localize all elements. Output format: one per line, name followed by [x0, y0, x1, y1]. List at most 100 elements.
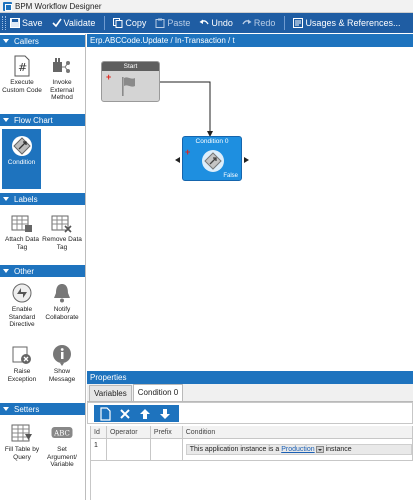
app-icon [3, 1, 12, 11]
category-header-flow-chart[interactable]: Flow Chart [0, 114, 85, 126]
cell-operator[interactable] [107, 439, 151, 460]
chevron-down-icon [3, 118, 9, 122]
bell-icon [51, 282, 73, 304]
redo-label: Redo [253, 18, 276, 28]
fill-table-icon [11, 422, 33, 444]
new-document-icon [100, 406, 111, 421]
column-header-prefix[interactable]: Prefix [151, 426, 183, 438]
toolbox-panel: Callers # Execute Custom Code Invoke Ext… [0, 34, 86, 500]
category-body-flow-chart: Condition [0, 126, 85, 192]
table-row[interactable]: 1 This application instance is a Product… [91, 439, 413, 461]
category-header-labels[interactable]: Labels [0, 193, 85, 205]
move-up-button[interactable] [138, 407, 152, 421]
condition-icon [202, 150, 224, 172]
workflow-canvas[interactable]: Start + Condition 0 + False [87, 47, 413, 370]
tool-attach-data-tag[interactable]: Attach Data Tag [2, 212, 42, 251]
usages-references-button[interactable]: Usages & References... [293, 14, 400, 32]
delete-row-button[interactable] [118, 407, 132, 421]
copy-icon [113, 18, 123, 28]
tool-condition[interactable]: Condition [2, 129, 41, 189]
tab-condition-0[interactable]: Condition 0 [132, 384, 184, 401]
false-branch-label: False [223, 173, 238, 179]
external-method-icon [51, 55, 73, 77]
right-handle-icon[interactable] [244, 157, 249, 163]
condition-icon [11, 135, 33, 157]
tab-variables[interactable]: Variables [89, 385, 132, 401]
toolbar-separator [284, 16, 286, 30]
add-connection-icon[interactable]: + [106, 73, 111, 82]
validate-button[interactable]: Validate [51, 14, 96, 32]
chevron-down-icon[interactable] [315, 445, 324, 453]
column-header-id[interactable]: Id [91, 426, 107, 438]
flag-icon [122, 77, 135, 96]
category-body-callers: # Execute Custom Code Invoke External Me… [0, 47, 85, 113]
condition-node-label: Condition 0 [195, 138, 229, 145]
tool-set-argument-variable[interactable]: ABC Set Argument/ Variable [42, 422, 82, 469]
category-label: Flow Chart [14, 115, 53, 125]
main-toolbar: Save Validate Copy Paste Undo Redo Usage… [0, 13, 413, 33]
chevron-down-icon [3, 407, 9, 411]
add-connection-icon[interactable]: + [185, 148, 190, 157]
properties-header: Properties [87, 371, 413, 384]
properties-toolbar [87, 402, 413, 424]
copy-label: Copy [125, 18, 147, 28]
undo-label: Undo [211, 18, 233, 28]
tool-notify-collaborate[interactable]: Notify Collaborate [42, 282, 82, 321]
tool-invoke-external-method[interactable]: Invoke External Method [42, 55, 82, 102]
save-label: Save [22, 18, 43, 28]
tool-label: Remove Data Tag [42, 236, 82, 251]
redo-button[interactable]: Redo [242, 14, 276, 32]
save-button[interactable]: Save [10, 14, 43, 32]
undo-icon [199, 18, 210, 28]
condition-link-production[interactable]: Production [281, 446, 314, 453]
paste-button[interactable]: Paste [155, 14, 190, 32]
usages-icon [293, 18, 304, 28]
cell-prefix[interactable] [151, 439, 183, 460]
category-header-callers[interactable]: Callers [0, 35, 85, 47]
tool-execute-custom-code[interactable]: # Execute Custom Code [2, 55, 42, 94]
arrow-down-icon [160, 408, 170, 419]
condition-expression[interactable]: This application instance is a Productio… [185, 444, 412, 455]
category-label: Other [14, 266, 35, 276]
start-node-label: Start [102, 62, 159, 71]
tool-remove-data-tag[interactable]: Remove Data Tag [42, 212, 82, 251]
condition-text-suffix: instance [325, 446, 352, 453]
move-down-button[interactable] [158, 407, 172, 421]
undo-button[interactable]: Undo [199, 14, 233, 32]
copy-button[interactable]: Copy [113, 14, 146, 32]
directive-icon [11, 282, 33, 304]
condition-node[interactable]: Condition 0 + False [182, 136, 242, 181]
tool-enable-standard-directive[interactable]: Enable Standard Directive [2, 282, 42, 329]
chevron-down-icon [3, 197, 9, 201]
category-label: Callers [14, 36, 39, 46]
validate-label: Validate [63, 18, 96, 28]
column-header-operator[interactable]: Operator [107, 426, 151, 438]
chevron-down-icon [3, 269, 9, 273]
usages-label: Usages & References... [305, 18, 401, 28]
category-body-labels: Attach Data Tag Remove Data Tag [0, 205, 85, 264]
tool-label: Set Argument/ Variable [47, 446, 77, 468]
custom-code-icon: # [11, 55, 33, 77]
svg-text:#: # [18, 61, 27, 74]
toolbar-separator [104, 16, 106, 30]
tool-label: Invoke External Method [50, 79, 74, 101]
paste-label: Paste [167, 18, 191, 28]
toolbar-grip[interactable] [2, 16, 6, 30]
category-label: Labels [14, 194, 38, 204]
arrow-up-icon [140, 408, 150, 419]
column-header-condition[interactable]: Condition [183, 426, 413, 438]
category-header-setters[interactable]: Setters [0, 403, 85, 415]
paste-icon [155, 18, 165, 28]
condition-text: This application instance is a [189, 446, 280, 453]
tool-label: Execute Custom Code [2, 79, 42, 94]
tool-raise-exception[interactable]: Raise Exception [2, 344, 42, 383]
left-handle-icon[interactable] [175, 157, 180, 163]
category-header-other[interactable]: Other [0, 265, 85, 277]
tool-fill-table-by-query[interactable]: Fill Table by Query [2, 422, 42, 461]
tool-label: Attach Data Tag [5, 236, 39, 251]
start-node[interactable]: Start + [101, 61, 160, 102]
connector-arrow [160, 81, 211, 136]
svg-text:ABC: ABC [53, 430, 70, 438]
new-row-button[interactable] [98, 406, 112, 421]
tool-show-message[interactable]: Show Message [42, 344, 82, 383]
